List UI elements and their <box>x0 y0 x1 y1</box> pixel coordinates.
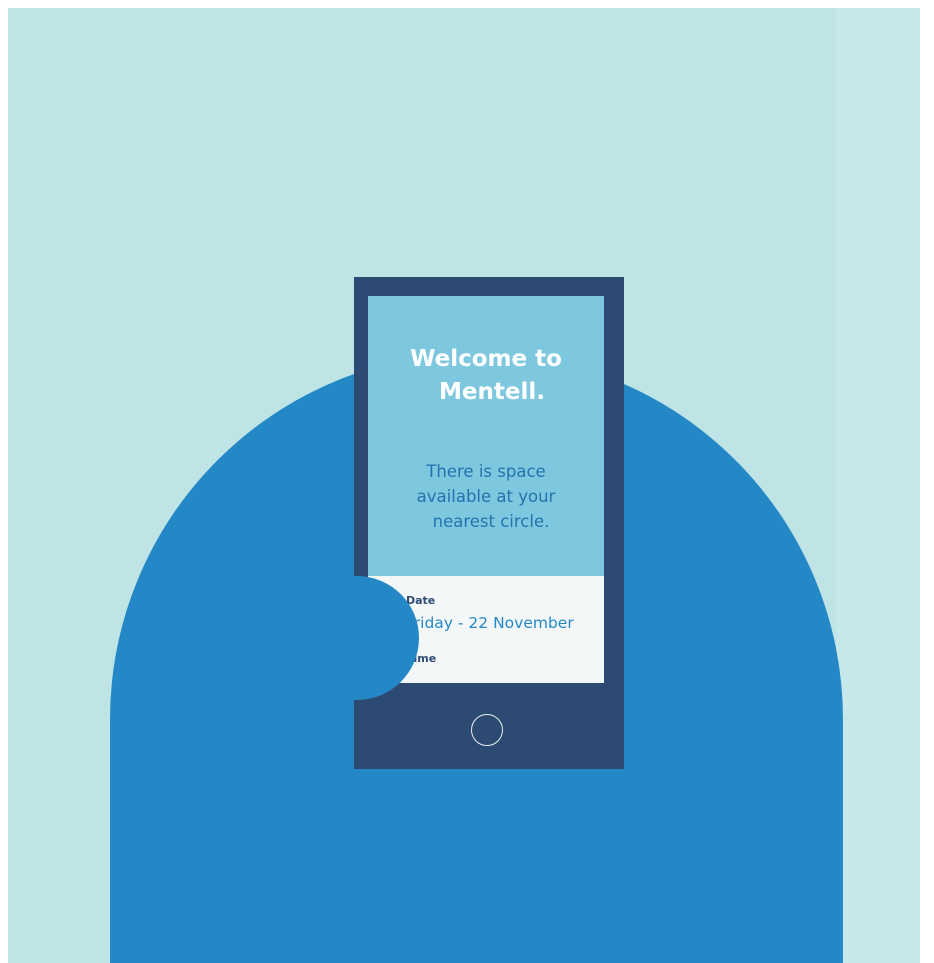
welcome-title-line-1: Welcome to <box>410 346 562 372</box>
welcome-title-line-2: Mentell. <box>439 379 545 405</box>
availability-message-line-1: There is space <box>426 462 546 481</box>
welcome-title: Welcome to Mentell. <box>368 343 604 409</box>
decorative-circle <box>295 576 419 700</box>
poster-background: Welcome to Mentell. There is space avail… <box>8 8 920 963</box>
phone-device: Welcome to Mentell. There is space avail… <box>354 277 624 769</box>
poster-edge-strip <box>836 8 920 963</box>
home-button-icon[interactable] <box>471 714 503 746</box>
date-value[interactable]: Friday - 22 November <box>406 614 574 632</box>
availability-message-line-3: nearest circle. <box>432 512 550 531</box>
availability-message-line-2: available at your <box>416 487 556 506</box>
availability-message: There is space available at your nearest… <box>368 459 604 534</box>
date-label: Date <box>406 594 436 607</box>
